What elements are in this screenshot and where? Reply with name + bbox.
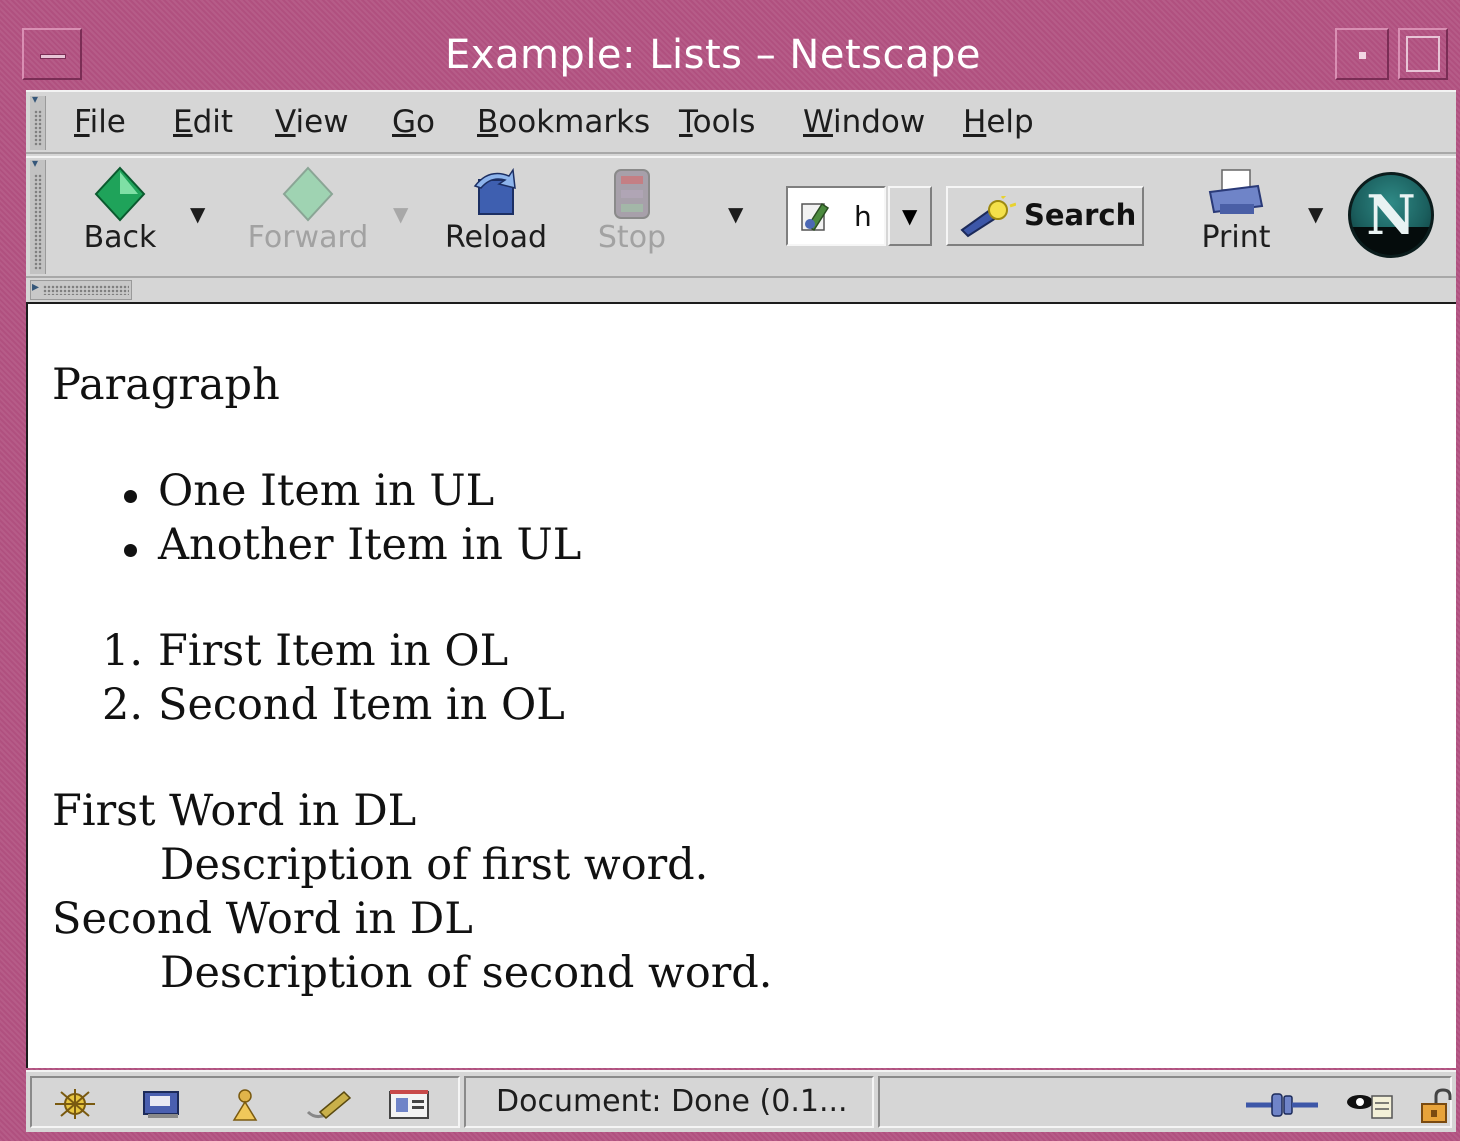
window-menu-button[interactable] <box>22 28 82 80</box>
search-label: Search <box>1024 198 1137 232</box>
menu-window[interactable]: Window <box>803 104 925 140</box>
ol-item: Second Item in OL <box>158 680 565 730</box>
back-history-dropdown[interactable]: ▼ <box>190 202 205 226</box>
forward-button[interactable]: Forward <box>238 158 378 274</box>
printer-icon <box>1208 169 1264 214</box>
menu-go[interactable]: Go <box>392 104 435 140</box>
window-menu-icon <box>40 54 66 59</box>
print-options-dropdown[interactable]: ▼ <box>1308 202 1323 226</box>
back-label: Back <box>83 220 157 255</box>
search-flashlight-icon <box>960 196 1016 238</box>
url-text: h <box>854 200 872 233</box>
dl-term: First Word in DL <box>52 786 417 836</box>
toolbar-grip[interactable] <box>30 156 46 274</box>
stop-icon <box>614 169 650 219</box>
menubar-grip[interactable] <box>30 92 46 150</box>
privacy-cookie-icon[interactable] <box>1344 1088 1396 1122</box>
menu-file[interactable]: File <box>74 104 126 140</box>
menu-view[interactable]: View <box>275 104 349 140</box>
reload-button[interactable]: Reload <box>438 158 554 274</box>
title-bar: Example: Lists – Netscape <box>10 20 1456 88</box>
mail-icon[interactable] <box>140 1088 184 1120</box>
navigator-icon[interactable] <box>52 1088 98 1120</box>
netscape-logo[interactable]: N <box>1348 172 1434 258</box>
page-content: Paragraph One Item in UL Another Item in… <box>26 302 1456 1068</box>
forward-arrow-icon <box>282 166 334 222</box>
forward-label: Forward <box>247 220 369 255</box>
online-plug-icon[interactable] <box>1244 1088 1320 1122</box>
forward-history-dropdown[interactable]: ▼ <box>393 202 408 226</box>
ul-bullet <box>124 544 137 557</box>
ul-item: One Item in UL <box>158 466 495 516</box>
menu-bar: File Edit View Go Bookmarks Tools Window… <box>26 92 1456 154</box>
menu-edit[interactable]: Edit <box>173 104 233 140</box>
window-title: Example: Lists – Netscape <box>445 32 981 78</box>
minimize-icon <box>1359 52 1366 59</box>
search-button[interactable]: Search <box>946 186 1144 246</box>
navigation-toolbar: Back ▼ Forward ▼ Reload <box>26 156 1456 278</box>
ol-number: 1. <box>102 626 144 676</box>
reload-label: Reload <box>444 220 548 255</box>
print-button[interactable]: Print <box>1186 158 1286 274</box>
component-bar <box>30 1076 460 1128</box>
maximize-button[interactable] <box>1398 28 1448 80</box>
ol-number: 2. <box>102 680 144 730</box>
menu-bookmarks[interactable]: Bookmarks <box>477 104 650 140</box>
browser-window: Example: Lists – Netscape File Edit View… <box>0 0 1460 1141</box>
print-label: Print <box>1201 220 1271 255</box>
dl-term: Second Word in DL <box>52 894 473 944</box>
stop-button[interactable]: Stop <box>586 158 678 274</box>
ol-item: First Item in OL <box>158 626 509 676</box>
browser-chrome: File Edit View Go Bookmarks Tools Window… <box>26 90 1456 302</box>
ul-item: Another Item in UL <box>158 520 582 570</box>
url-input[interactable]: h <box>786 186 886 246</box>
reload-icon <box>473 167 516 215</box>
toolbar-overflow-dropdown[interactable]: ▼ <box>728 202 743 226</box>
url-history-dropdown[interactable]: ▼ <box>888 186 932 246</box>
minimize-button[interactable] <box>1335 28 1389 80</box>
back-button[interactable]: Back <box>74 158 166 274</box>
status-indicators <box>878 1076 1452 1128</box>
ul-bullet <box>124 490 137 503</box>
menu-tools[interactable]: Tools <box>679 104 755 140</box>
menu-help[interactable]: Help <box>963 104 1034 140</box>
back-arrow-icon <box>94 166 146 222</box>
stop-label: Stop <box>597 220 667 255</box>
paragraph-text: Paragraph <box>52 360 280 410</box>
chat-person-icon[interactable] <box>228 1088 262 1122</box>
status-text: Document: Done (0.1... <box>496 1084 848 1119</box>
address-book-icon[interactable] <box>386 1088 432 1122</box>
maximize-icon <box>1406 36 1440 72</box>
dl-description: Description of first word. <box>160 840 709 890</box>
page-proxy-icon <box>801 202 830 232</box>
status-bar: Document: Done (0.1... <box>26 1070 1456 1132</box>
collapsed-toolbar-tab[interactable]: ▸ <box>30 279 132 300</box>
composer-icon[interactable] <box>304 1088 352 1122</box>
dl-description: Description of second word. <box>160 948 773 998</box>
security-lock-icon[interactable] <box>1418 1088 1454 1124</box>
